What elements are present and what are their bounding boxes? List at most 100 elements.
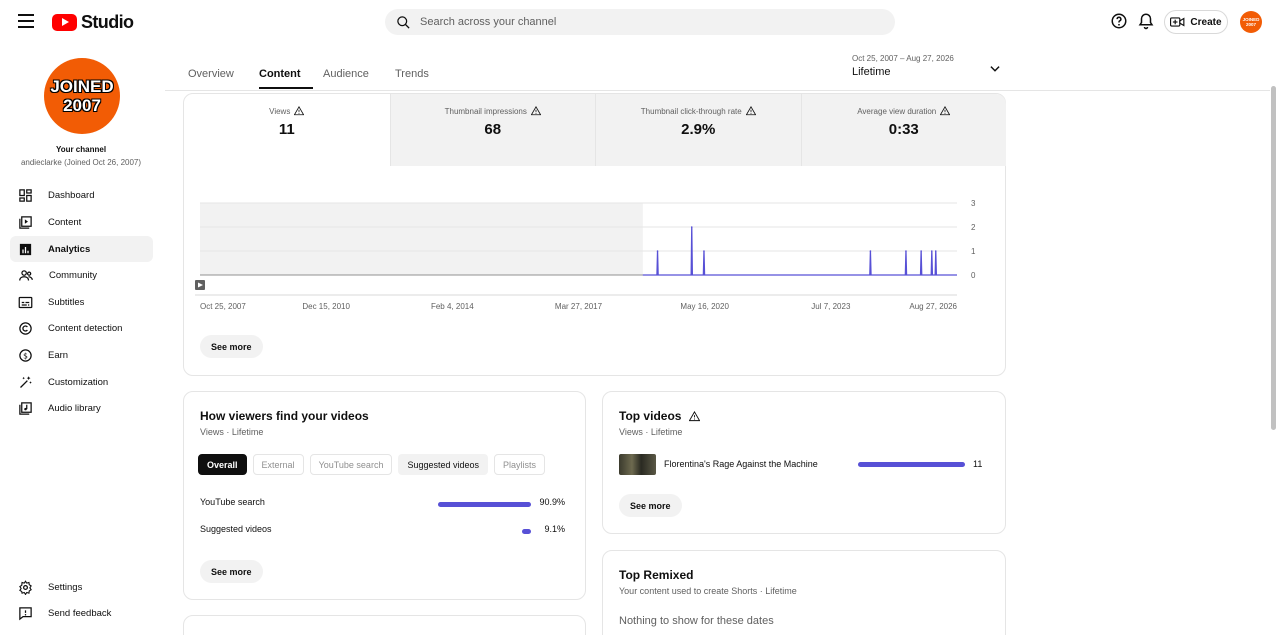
tab-trends[interactable]: Trends <box>395 68 429 80</box>
channel-avatar[interactable]: JOINED 2007 <box>44 58 120 134</box>
chart-data-point <box>656 250 659 252</box>
chip-playlists[interactable]: Playlists <box>494 454 546 475</box>
metric-average-view-duration[interactable]: Average view duration 0:33 <box>800 94 1006 166</box>
tab-audience[interactable]: Audience <box>323 68 369 80</box>
help-icon[interactable] <box>1110 12 1128 30</box>
create-button[interactable]: Create <box>1164 10 1228 34</box>
metrics-card: Views 11 Thumbnail impressions 68 Thumbn… <box>183 93 1006 376</box>
chevron-down-icon <box>990 66 1000 72</box>
chart-x-tick-label: Aug 27, 2026 <box>909 302 957 311</box>
traffic-row: YouTube search 90.9% <box>200 497 565 507</box>
sidebar-item-content-detection[interactable]: Content detection <box>10 315 153 341</box>
tabs-divider <box>165 90 1270 91</box>
chart-shaded-region <box>200 203 643 275</box>
top-video-row[interactable]: Florentina's Rage Against the Machine 11 <box>619 454 987 476</box>
traffic-sources-card: How viewers find your videos Views · Lif… <box>183 391 586 600</box>
tab-overview[interactable]: Overview <box>188 68 234 80</box>
metric-click-through-rate[interactable]: Thumbnail click-through rate 2.9% <box>595 94 801 166</box>
community-icon <box>19 269 33 281</box>
your-channel-label: Your channel <box>55 145 107 154</box>
sidebar-item-dashboard[interactable]: Dashboard <box>10 182 153 208</box>
active-tab-indicator <box>259 87 313 89</box>
top-videos-title: Top videos <box>619 409 701 423</box>
views-chart: 0 1 2 3 Oct 25, 2007 Dec 15, 2010 Feb 4, 2014 M… <box>184 166 1006 326</box>
chart-data-point <box>920 250 922 252</box>
sidebar-item-community[interactable]: Community <box>10 262 153 288</box>
video-views-count: 11 <box>973 459 983 469</box>
traffic-bar <box>521 529 531 534</box>
settings-icon <box>19 579 32 595</box>
studio-logo[interactable]: Studio <box>52 12 134 33</box>
sidebar-item-analytics[interactable]: Analytics <box>10 236 153 262</box>
traffic-card-title: How viewers find your videos <box>200 409 369 423</box>
sidebar-item-earn[interactable]: $ Earn <box>10 342 153 368</box>
video-views-bar <box>858 462 965 467</box>
channel-handle: andieclarke (Joined Oct 26, 2007) <box>20 158 142 167</box>
chart-x-tick-label: Mar 27, 2017 <box>555 302 603 311</box>
sidebar-item-subtitles[interactable]: Subtitles <box>10 289 153 315</box>
chart-x-tick-label: May 16, 2020 <box>680 302 729 311</box>
top-remixed-card: Top Remixed Your content used to create … <box>602 550 1006 635</box>
chart-x-tick-label: Oct 25, 2007 <box>200 302 246 311</box>
audio-library-icon <box>19 401 32 415</box>
video-thumbnail[interactable] <box>619 454 656 475</box>
warning-icon <box>689 410 701 421</box>
traffic-see-more-button[interactable]: See more <box>200 560 263 583</box>
chart-x-tick-label: Feb 4, 2014 <box>431 302 474 311</box>
see-more-button[interactable]: See more <box>200 335 263 358</box>
top-header: Studio Create JOINED 2007 <box>0 0 1280 44</box>
warning-icon <box>294 106 305 116</box>
top-videos-subtitle: Views · Lifetime <box>619 427 683 437</box>
sidebar-item-audio-library[interactable]: Audio library <box>10 395 153 421</box>
customization-icon <box>20 375 32 388</box>
top-remixed-empty: Nothing to show for these dates <box>619 615 774 627</box>
menu-icon[interactable] <box>18 14 34 28</box>
date-range-label: Lifetime <box>852 66 891 78</box>
search-input[interactable] <box>420 16 860 28</box>
views-chart-svg: 0 1 2 3 Oct 25, 2007 Dec 15, 2010 Feb 4, 2014 M… <box>195 199 976 311</box>
top-videos-see-more-button[interactable]: See more <box>619 494 682 517</box>
feedback-icon <box>19 606 32 620</box>
top-remixed-title: Top Remixed <box>619 568 694 582</box>
chart-data-point <box>690 226 693 228</box>
video-title[interactable]: Florentina's Rage Against the Machine <box>664 459 818 469</box>
metric-thumbnail-impressions[interactable]: Thumbnail impressions 68 <box>389 94 595 166</box>
traffic-bar <box>438 502 531 507</box>
chart-y-tick-label: 1 <box>971 247 976 256</box>
tab-content[interactable]: Content <box>259 68 301 80</box>
chip-suggested-videos[interactable]: Suggested videos <box>398 454 489 475</box>
notifications-icon[interactable] <box>1137 12 1155 30</box>
create-label: Create <box>1190 16 1222 28</box>
sidebar-item-customization[interactable]: Customization <box>10 369 153 395</box>
traffic-filter-chips: Overall External YouTube search Suggeste… <box>198 454 546 475</box>
warning-icon <box>940 106 951 116</box>
svg-text:$: $ <box>23 351 28 360</box>
account-avatar[interactable]: JOINED 2007 <box>1240 11 1262 33</box>
youtube-logo-icon <box>52 14 77 31</box>
date-range-text: Oct 25, 2007 – Aug 27, 2026 <box>852 54 954 63</box>
chart-data-point <box>931 250 933 252</box>
dashboard-icon <box>19 188 32 202</box>
chip-external[interactable]: External <box>252 454 304 475</box>
sidebar: JOINED 2007 Your channel andieclarke (Joi… <box>0 44 165 635</box>
search-bar[interactable] <box>385 9 895 35</box>
sidebar-item-content[interactable]: Content <box>10 209 153 235</box>
copyright-icon <box>19 321 32 335</box>
chart-y-tick-label: 3 <box>971 199 976 208</box>
traffic-row: Suggested videos 9.1% <box>200 524 565 534</box>
page-scrollbar[interactable] <box>1271 86 1276 430</box>
metric-views[interactable]: Views 11 <box>184 94 390 166</box>
chart-data-point <box>905 250 907 252</box>
sidebar-item-send-feedback[interactable]: Send feedback <box>10 600 153 626</box>
chart-y-tick-label: 0 <box>971 271 976 280</box>
earn-icon: $ <box>19 348 32 362</box>
search-icon <box>397 15 410 29</box>
sidebar-item-settings[interactable]: Settings <box>10 574 153 600</box>
date-range-picker[interactable]: Oct 25, 2007 – Aug 27, 2026 Lifetime <box>852 54 1002 82</box>
chip-youtube-search[interactable]: YouTube search <box>309 454 393 475</box>
chip-overall[interactable]: Overall <box>198 454 247 475</box>
chart-data-point <box>869 250 872 252</box>
subtitles-icon <box>18 296 33 308</box>
chart-y-tick-label: 2 <box>971 223 976 232</box>
warning-icon <box>745 106 756 116</box>
